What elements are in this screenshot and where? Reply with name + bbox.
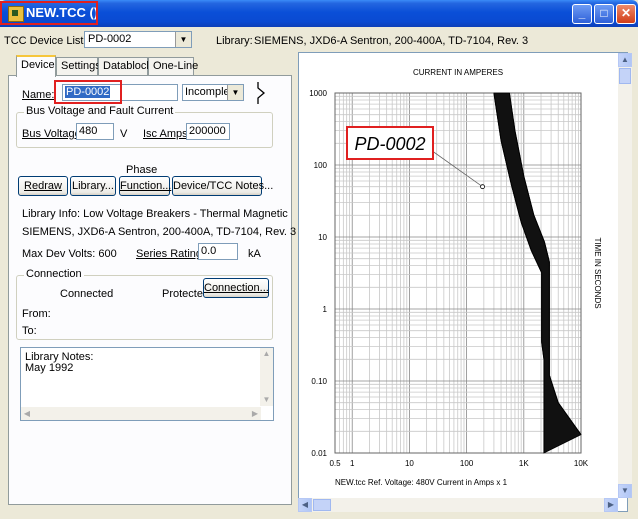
redraw-button[interactable]: Redraw: [18, 176, 68, 196]
library-info-line2: SIEMENS, JXD6-A Sentron, 200-400A, TD-71…: [22, 226, 297, 238]
library-button-label: Library...: [72, 180, 114, 192]
isc-input[interactable]: 200000: [186, 123, 230, 140]
scroll-right-icon[interactable]: ▶: [249, 407, 261, 420]
series-rating-input[interactable]: 0.0: [198, 243, 238, 260]
maximize-icon: □: [600, 6, 608, 20]
y-tick-label: 1: [323, 305, 328, 314]
chart-horizontal-scrollbar[interactable]: ◀ ▶: [298, 498, 618, 512]
bus-voltage-unit: V: [120, 128, 128, 140]
x-tick-label: 0.5: [329, 459, 341, 468]
chart-title: CURRENT IN AMPERES: [413, 68, 503, 77]
scroll-right-icon[interactable]: ▶: [604, 498, 618, 512]
y-axis-label: TIME IN SECONDS: [593, 237, 602, 308]
tcc-chart: 0.5 1 10 100 1K 10K 1000 100 10 1 0.10 0.01 CURRENT …: [309, 68, 602, 487]
y-tick-label: 100: [314, 161, 328, 170]
minimize-icon: _: [578, 6, 586, 20]
status-select[interactable]: Incomplete ▼: [182, 84, 244, 101]
series-rating-label: Series Rating:: [136, 248, 206, 260]
x-tick-label: 1K: [519, 459, 529, 468]
close-button[interactable]: ✕: [616, 4, 636, 24]
bus-group-label: Bus Voltage and Fault Current: [24, 105, 176, 117]
scroll-down-icon[interactable]: ▼: [618, 484, 632, 498]
connection-button-label: Connection...: [204, 282, 269, 294]
title-highlight-box: [0, 1, 98, 25]
notes-vertical-scrollbar[interactable]: ▲ ▼: [260, 348, 273, 406]
y-tick-label: 0.01: [311, 449, 327, 458]
max-dev-volts: Max Dev Volts: 600: [22, 248, 117, 260]
minimize-button[interactable]: _: [572, 4, 592, 24]
x-tick-label: 100: [460, 459, 474, 468]
device-list-value: PD-0002: [88, 33, 132, 45]
device-notes-label: Device/TCC Notes...: [173, 180, 274, 192]
device-list-select[interactable]: PD-0002 ▼: [84, 31, 192, 48]
maximize-button[interactable]: □: [594, 4, 614, 24]
tab-datablock[interactable]: Datablock: [98, 57, 152, 75]
isc-label: Isc Amps:: [143, 128, 191, 140]
scroll-left-icon[interactable]: ◀: [21, 407, 33, 420]
notes-horizontal-scrollbar[interactable]: ◀ ▶: [21, 407, 261, 420]
library-label: Library:: [216, 35, 253, 47]
library-notes-text: Library Notes: May 1992: [25, 351, 94, 374]
connected-label: Connected: [60, 288, 114, 300]
phase-label: Phase: [126, 164, 158, 176]
scroll-up-icon[interactable]: ▲: [618, 53, 632, 67]
annotation-point: [480, 184, 485, 190]
from-label: From:: [22, 308, 51, 320]
tab-device[interactable]: Device: [16, 55, 56, 77]
annotation-label: PD-0002: [354, 134, 425, 154]
bus-voltage-label: Bus Voltage:: [22, 128, 84, 140]
library-notes-textarea[interactable]: Library Notes: May 1992 ▲ ▼ ◀ ▶: [20, 347, 274, 421]
redraw-label: Redraw: [24, 180, 62, 192]
library-button[interactable]: Library...: [70, 176, 116, 196]
to-label: To:: [22, 325, 37, 337]
function-button[interactable]: Function...: [119, 176, 172, 196]
connector-symbol-icon: [257, 82, 266, 104]
bus-voltage-input[interactable]: 480: [76, 123, 114, 140]
connection-group-label: Connection: [24, 268, 84, 280]
chart-footer: NEW.tcc Ref. Voltage: 480V Current in Am…: [335, 478, 508, 487]
scroll-up-icon[interactable]: ▲: [260, 348, 273, 360]
scroll-down-icon[interactable]: ▼: [260, 394, 273, 406]
tab-one-line[interactable]: One-Line: [148, 57, 198, 75]
tab-settings[interactable]: Settings: [56, 57, 101, 75]
device-list-label: TCC Device List:: [4, 35, 87, 47]
x-tick-label: 10: [405, 459, 414, 468]
y-tick-label: 10: [318, 233, 327, 242]
function-label: Function...: [120, 180, 172, 192]
series-rating-unit: kA: [248, 248, 261, 260]
x-tick-label: 1: [350, 459, 355, 468]
tcc-chart-panel[interactable]: 0.5 1 10 100 1K 10K 1000 100 10 1 0.10 0.01 CURRENT …: [298, 52, 628, 512]
y-tick-label: 0.10: [311, 377, 327, 386]
chevron-down-icon[interactable]: ▼: [175, 32, 191, 47]
x-tick-label: 10K: [574, 459, 589, 468]
name-highlight-box: [54, 80, 122, 104]
chevron-down-icon[interactable]: ▼: [227, 85, 243, 100]
scroll-thumb[interactable]: [619, 68, 631, 84]
library-info: Library Info: Low Voltage Breakers - The…: [22, 208, 288, 220]
close-icon: ✕: [620, 6, 632, 20]
connection-button[interactable]: Connection...: [203, 278, 269, 298]
chart-vertical-scrollbar[interactable]: ▲ ▼: [618, 53, 632, 498]
scroll-thumb[interactable]: [313, 499, 331, 511]
name-label: Name:: [22, 89, 55, 101]
scroll-left-icon[interactable]: ◀: [298, 498, 312, 512]
device-notes-button[interactable]: Device/TCC Notes...: [172, 176, 273, 196]
y-tick-label: 1000: [309, 89, 327, 98]
library-value: SIEMENS, JXD6-A Sentron, 200-400A, TD-71…: [254, 35, 529, 47]
